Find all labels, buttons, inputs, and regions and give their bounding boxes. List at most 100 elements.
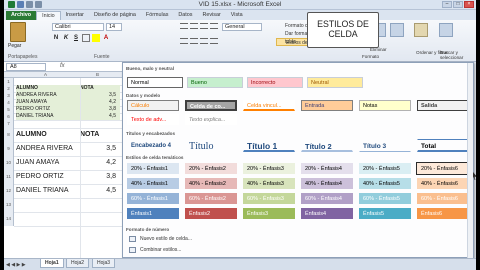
column-header-b[interactable]: B (96, 72, 99, 77)
cell-alumno[interactable]: JUAN AMAYA (16, 156, 80, 170)
cell-style-swatch[interactable]: 40% - Énfasis2 (185, 178, 237, 189)
cell-style-swatch[interactable]: Total (417, 139, 469, 152)
row-header[interactable]: 12 (4, 184, 14, 198)
cell-style-swatch[interactable]: Celda de co... (185, 100, 237, 111)
sheet-nav-arrows-icon[interactable]: ◀ ◀ ▶ ▶ (6, 262, 26, 268)
cell-style-swatch[interactable]: Bueno (187, 77, 243, 88)
align-right-icon[interactable] (200, 38, 208, 44)
cell-style-swatch[interactable]: Énfasis4 (301, 208, 353, 219)
cell-style-swatch[interactable]: Énfasis3 (243, 208, 295, 219)
cell-alumno[interactable]: ALUMNO (16, 128, 80, 142)
row-header[interactable]: 13 (4, 198, 14, 212)
tab-formulas[interactable]: Fórmulas (141, 11, 173, 20)
tab-diseno-pagina[interactable]: Diseño de página (89, 11, 141, 20)
cell-nota[interactable]: 3,5 (80, 92, 120, 99)
cell-alumno[interactable] (16, 212, 80, 226)
cell-nota[interactable] (80, 198, 120, 212)
format-label[interactable]: Formato (362, 54, 379, 59)
align-top-icon[interactable] (180, 23, 188, 29)
cell-style-swatch[interactable]: 60% - Énfasis2 (185, 193, 237, 204)
format-cells-icon[interactable] (390, 23, 404, 37)
row-header[interactable]: 6 (4, 113, 14, 120)
find-select-icon[interactable] (439, 23, 454, 37)
cell-nota[interactable]: 3,8 (80, 106, 120, 113)
cell-nota[interactable]: 3,8 (80, 170, 120, 184)
cell-alumno[interactable]: DANIEL TRIANA (16, 184, 80, 198)
borders-icon[interactable] (82, 34, 90, 42)
row-header[interactable]: 1 (4, 78, 14, 85)
row-header[interactable]: 8 (4, 128, 14, 142)
cell-style-swatch[interactable]: 40% - Énfasis4 (301, 178, 353, 189)
cell-nota[interactable]: 4,2 (80, 156, 120, 170)
font-color-icon[interactable]: A (102, 34, 110, 42)
cell-style-swatch[interactable]: Celda vincul... (243, 100, 295, 111)
tab-inicio[interactable]: Inicio (36, 11, 61, 20)
cell-alumno[interactable]: PEDRO ORTIZ (16, 170, 80, 184)
tab-archivo[interactable]: Archivo (6, 11, 37, 20)
sheet-tab-hoja3[interactable]: Hoja3 (92, 259, 116, 268)
cell-style-swatch[interactable]: 60% - Énfasis3 (243, 193, 295, 204)
tab-vista[interactable]: Vista (226, 11, 248, 20)
cell-style-swatch[interactable]: Neutral (307, 77, 363, 88)
cell-style-swatch[interactable]: Cálculo (127, 100, 179, 111)
cell-style-swatch[interactable]: 40% - Énfasis3 (243, 178, 295, 189)
cell-style-swatch[interactable]: 20% - Énfasis1 (127, 163, 179, 174)
underline-icon[interactable]: S (72, 34, 80, 42)
fx-icon[interactable]: fx (60, 63, 65, 69)
cell-nota[interactable] (80, 212, 120, 226)
sort-filter-icon[interactable] (414, 23, 428, 37)
cell-nota[interactable] (80, 120, 120, 128)
cell-style-swatch[interactable]: 20% - Énfasis2 (185, 163, 237, 174)
cell-alumno[interactable]: ANDREA RIVERA (16, 142, 80, 156)
cell-style-swatch[interactable]: Título 1 (243, 139, 295, 152)
cell-alumno[interactable]: JUAN AMAYA (16, 99, 80, 106)
merge-styles-item[interactable]: Combinar estilos... (129, 247, 181, 253)
row-header[interactable]: 11 (4, 170, 14, 184)
cell-nota[interactable]: NOTA (80, 85, 120, 92)
cell-style-swatch[interactable]: Énfasis6 (417, 208, 469, 219)
minimize-button[interactable]: – (442, 1, 452, 8)
cell-alumno[interactable] (16, 198, 80, 212)
font-name-select[interactable]: Calibri (52, 23, 104, 31)
cell-style-swatch[interactable]: 60% - Énfasis1 (127, 193, 179, 204)
cell-alumno[interactable] (16, 78, 80, 85)
sheet-tab-hoja2[interactable]: Hoja2 (66, 259, 90, 268)
align-middle-icon[interactable] (190, 23, 198, 29)
cell-nota[interactable]: 4,5 (80, 184, 120, 198)
cell-style-swatch[interactable]: Énfasis5 (359, 208, 411, 219)
cell-nota[interactable]: NOTA (80, 128, 120, 142)
paste-icon[interactable] (10, 22, 26, 42)
cell-alumno[interactable] (16, 120, 80, 128)
row-header[interactable]: 3 (4, 92, 14, 99)
cell-alumno[interactable]: ALUMNO (16, 85, 80, 92)
column-header-a[interactable]: A (44, 72, 47, 77)
tab-insertar[interactable]: Insertar (61, 11, 89, 20)
cell-style-swatch[interactable]: 40% - Énfasis5 (359, 178, 411, 189)
paste-label[interactable]: Pegar (8, 43, 38, 49)
tab-revisar[interactable]: Revisar (197, 11, 225, 20)
cell-alumno[interactable]: ANDREA RIVERA (16, 92, 80, 99)
italic-icon[interactable]: K (62, 34, 70, 42)
row-header[interactable]: 7 (4, 120, 14, 128)
find-select-label[interactable]: Buscar y seleccionar (440, 50, 476, 60)
cell-style-swatch[interactable]: Encabezado 4 (127, 139, 179, 152)
cell-style-swatch[interactable]: 20% - Énfasis6 (416, 162, 470, 175)
cell-style-swatch[interactable]: Título 2 (301, 139, 353, 152)
font-size-select[interactable]: 14 (106, 23, 122, 31)
cell-nota[interactable]: 4,2 (80, 99, 120, 106)
cell-alumno[interactable]: DANIEL TRIANA (16, 113, 80, 120)
row-header[interactable]: 4 (4, 99, 14, 106)
cell-style-swatch[interactable]: Énfasis1 (127, 208, 179, 219)
align-left-icon[interactable] (180, 38, 188, 44)
cell-style-swatch[interactable]: 60% - Énfasis5 (359, 193, 411, 204)
row-header[interactable]: 2 (4, 85, 14, 92)
cell-style-swatch[interactable]: 40% - Énfasis1 (127, 178, 179, 189)
cell-style-swatch[interactable]: Notas (359, 100, 411, 111)
row-header[interactable]: 9 (4, 142, 14, 156)
cell-style-swatch[interactable]: 40% - Énfasis6 (417, 178, 469, 189)
align-center-icon[interactable] (190, 38, 198, 44)
fill-color-icon[interactable] (92, 34, 100, 42)
name-box[interactable]: A8 (6, 63, 46, 71)
row-header[interactable]: 5 (4, 106, 14, 113)
close-button[interactable]: × (464, 1, 474, 8)
